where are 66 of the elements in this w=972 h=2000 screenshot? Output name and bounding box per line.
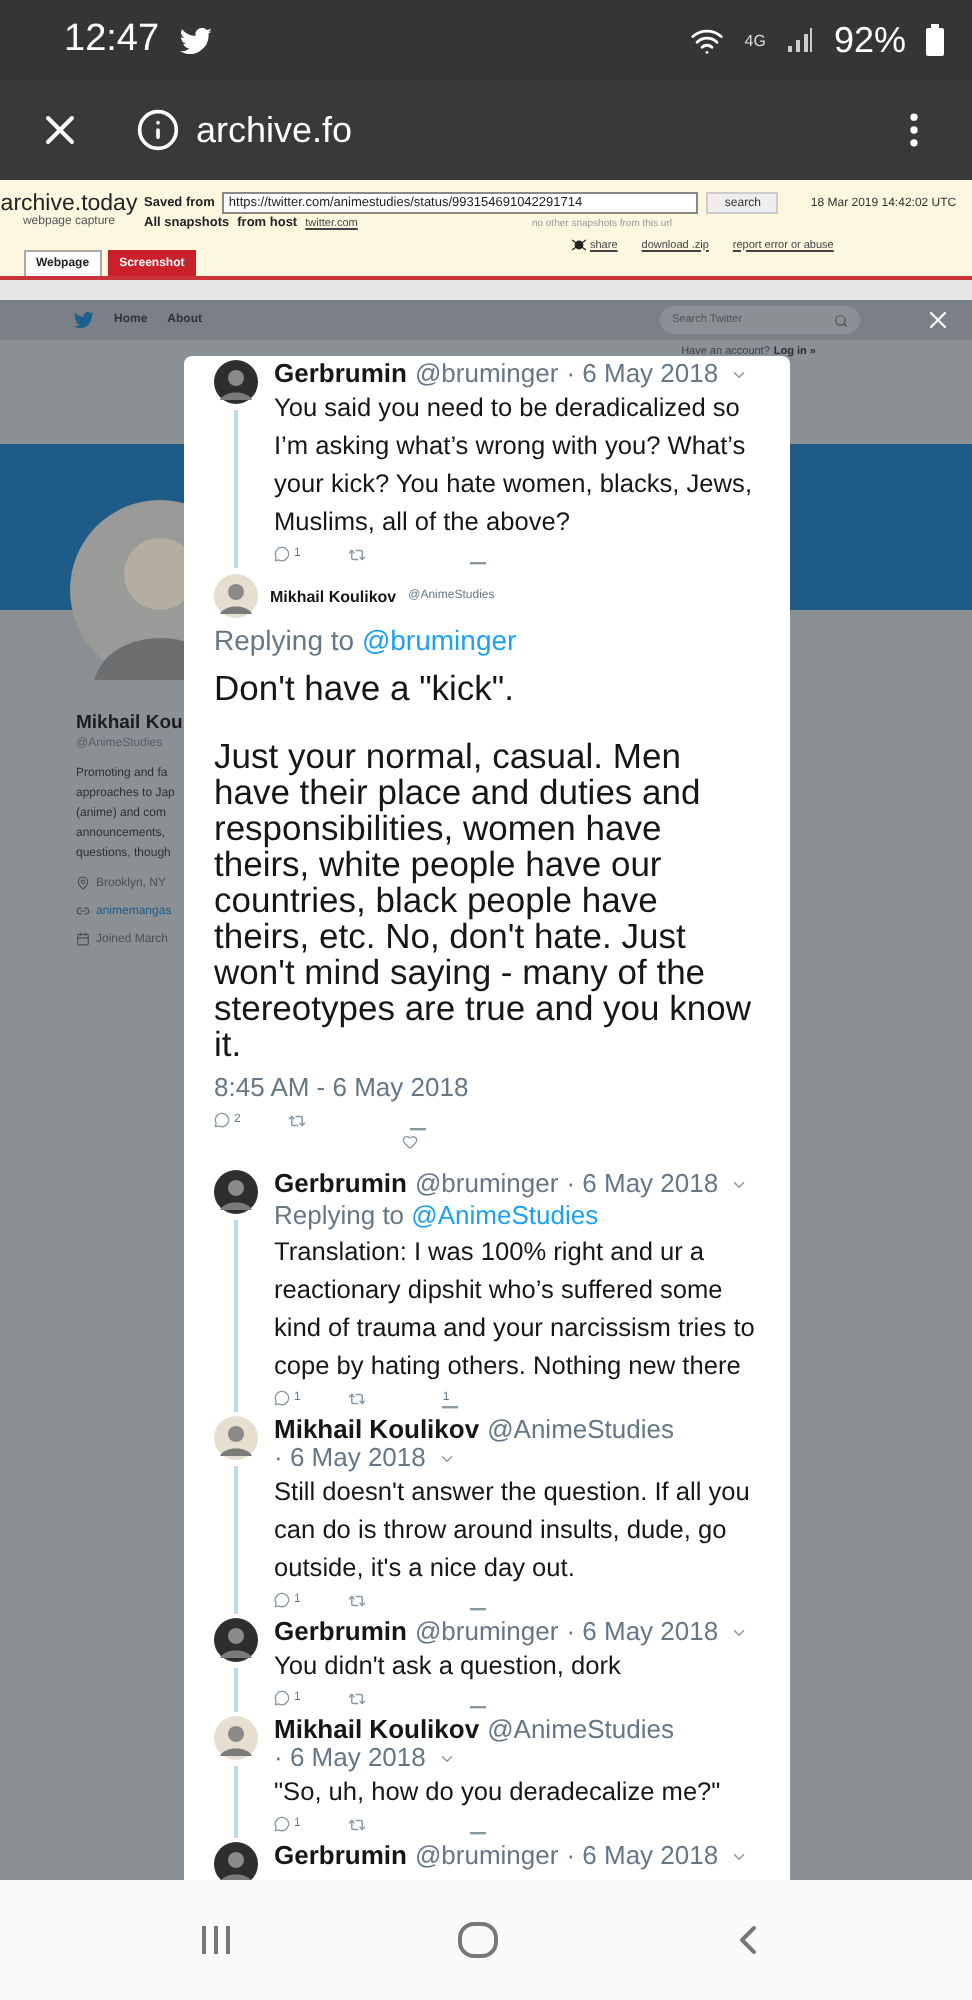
- clock: 12:47: [64, 18, 160, 62]
- retweet-icon[interactable]: [348, 1689, 367, 1707]
- reply-icon[interactable]: [274, 1390, 290, 1406]
- like-icon[interactable]: [470, 560, 487, 566]
- page-url[interactable]: archive.fo: [196, 109, 353, 151]
- author-name[interactable]: Gerbrumin: [274, 1842, 407, 1870]
- tweet-date[interactable]: · 6 May 2018: [274, 1444, 426, 1472]
- battery-level: 92%: [833, 19, 906, 61]
- mention-link[interactable]: @bruminger: [361, 624, 517, 656]
- tweet-date[interactable]: · 6 May 2018: [566, 1842, 719, 1870]
- archive-logo[interactable]: archive.today: [0, 192, 138, 216]
- calendar-icon: [76, 932, 90, 946]
- info-icon[interactable]: [136, 108, 180, 152]
- link-icon: [76, 904, 90, 918]
- author-name[interactable]: Mikhail Koulikov: [274, 1716, 480, 1744]
- tweet-text: Translation: I was 100% right and ur a reactionary dipshit who’s suffered some kind of trauma and your narcissism tries to cope by hating others. Nothing new there: [274, 1234, 757, 1384]
- retweet-icon[interactable]: [288, 1111, 307, 1129]
- tweet-text: Still doesn't answer the question. If all you can do is throw around insults, dude, go outside, it's a nice day out.: [274, 1474, 752, 1586]
- retweet-icon[interactable]: [348, 1591, 367, 1609]
- tweet-date[interactable]: · 6 May 2018: [274, 1744, 426, 1772]
- author-handle[interactable]: @AnimeStudies: [487, 1716, 674, 1744]
- author-name[interactable]: Gerbrumin: [274, 1170, 407, 1198]
- bird-icon[interactable]: [74, 312, 94, 328]
- search-icon: [834, 313, 848, 327]
- author-name[interactable]: Mikhail Koulikov: [274, 1416, 480, 1444]
- author-name[interactable]: Gerbrumin: [274, 360, 407, 388]
- author-handle[interactable]: @bruminger: [414, 1170, 559, 1198]
- home-icon[interactable]: [457, 1922, 498, 1958]
- author-handle[interactable]: @bruminger: [414, 1618, 559, 1646]
- reply-icon[interactable]: [274, 546, 290, 562]
- like-icon[interactable]: [470, 1704, 487, 1710]
- replying-to: Replying to @AnimeStudies: [274, 1198, 601, 1232]
- battery-icon: [926, 24, 944, 56]
- retweet-icon[interactable]: [348, 1815, 367, 1833]
- tweet-date[interactable]: · 6 May 2018: [566, 360, 719, 388]
- tweet-text: You said you need to be deradicalized so I’m asking what’s wrong with you? What’s your kick? You hate women, blacks, Jews, Muslims, all of the above?: [274, 390, 754, 540]
- tweet-text: Just your normal, casual. Men have their place and duties and responsibilities, women have theirs, white people have our countries, black people have theirs, etc. No, don't hate. Just won't mind saying - many of the stereotypes are true and you know it.: [214, 738, 753, 1062]
- tweet-date[interactable]: · 6 May 2018: [566, 1170, 719, 1198]
- author-handle[interactable]: @AnimeStudies: [487, 1416, 674, 1444]
- author-name[interactable]: Mikhail Koulikov: [270, 587, 397, 605]
- replying-to: Replying to @bruminger: [214, 624, 519, 658]
- share-icon: [572, 238, 586, 252]
- mention-link[interactable]: @AnimeStudies: [411, 1200, 599, 1230]
- reply-icon[interactable]: [274, 1690, 290, 1706]
- tweet-text: You didn't ask a question, dork: [274, 1648, 623, 1684]
- tweet-text: Don't have a "kick".: [214, 670, 516, 706]
- location-icon: [76, 876, 90, 890]
- tweet-time: 8:45 AM - 6 May 2018: [214, 1070, 471, 1106]
- recent-apps-icon[interactable]: [200, 1924, 233, 1956]
- author-name[interactable]: Gerbrumin: [274, 1618, 407, 1646]
- retweet-icon[interactable]: [348, 545, 367, 563]
- like-icon[interactable]: [470, 1830, 487, 1836]
- tweet-date[interactable]: · 6 May 2018: [566, 1618, 719, 1646]
- tweet-text: "So, uh, how do you deradecalize me?": [274, 1774, 723, 1810]
- signal-icon: [785, 26, 814, 54]
- like-icon[interactable]: [470, 1606, 487, 1612]
- reply-icon[interactable]: [274, 1816, 290, 1832]
- reply-icon[interactable]: [214, 1112, 230, 1128]
- reply-icon[interactable]: [274, 1592, 290, 1608]
- author-handle[interactable]: @bruminger: [414, 360, 559, 388]
- bird-icon: [179, 27, 212, 53]
- retweet-icon[interactable]: [348, 1389, 367, 1407]
- like-icon[interactable]: [441, 1404, 458, 1410]
- profile-name: Mikhail Kou: [76, 712, 184, 734]
- author-handle[interactable]: @bruminger: [414, 1842, 559, 1870]
- network-type: 4G: [744, 31, 766, 49]
